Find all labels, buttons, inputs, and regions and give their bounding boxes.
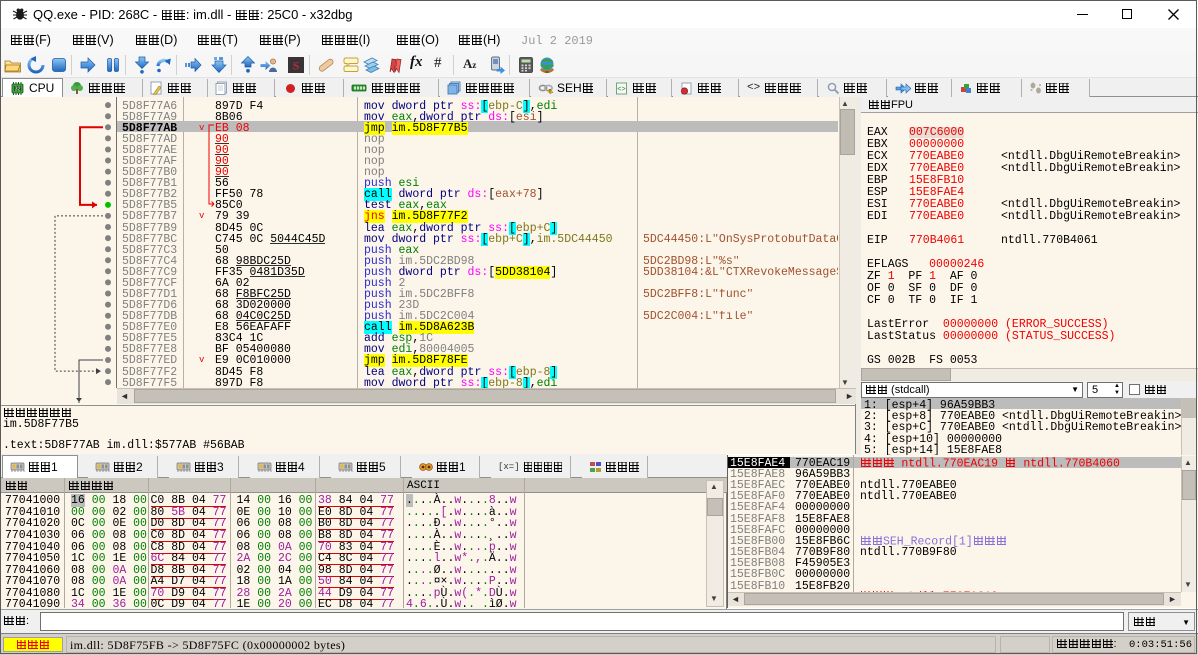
svg-text:<>: <> [617,86,625,94]
svg-text:!: ! [549,90,551,95]
svg-text:32: 32 [14,86,20,92]
svg-text:S: S [293,59,300,73]
